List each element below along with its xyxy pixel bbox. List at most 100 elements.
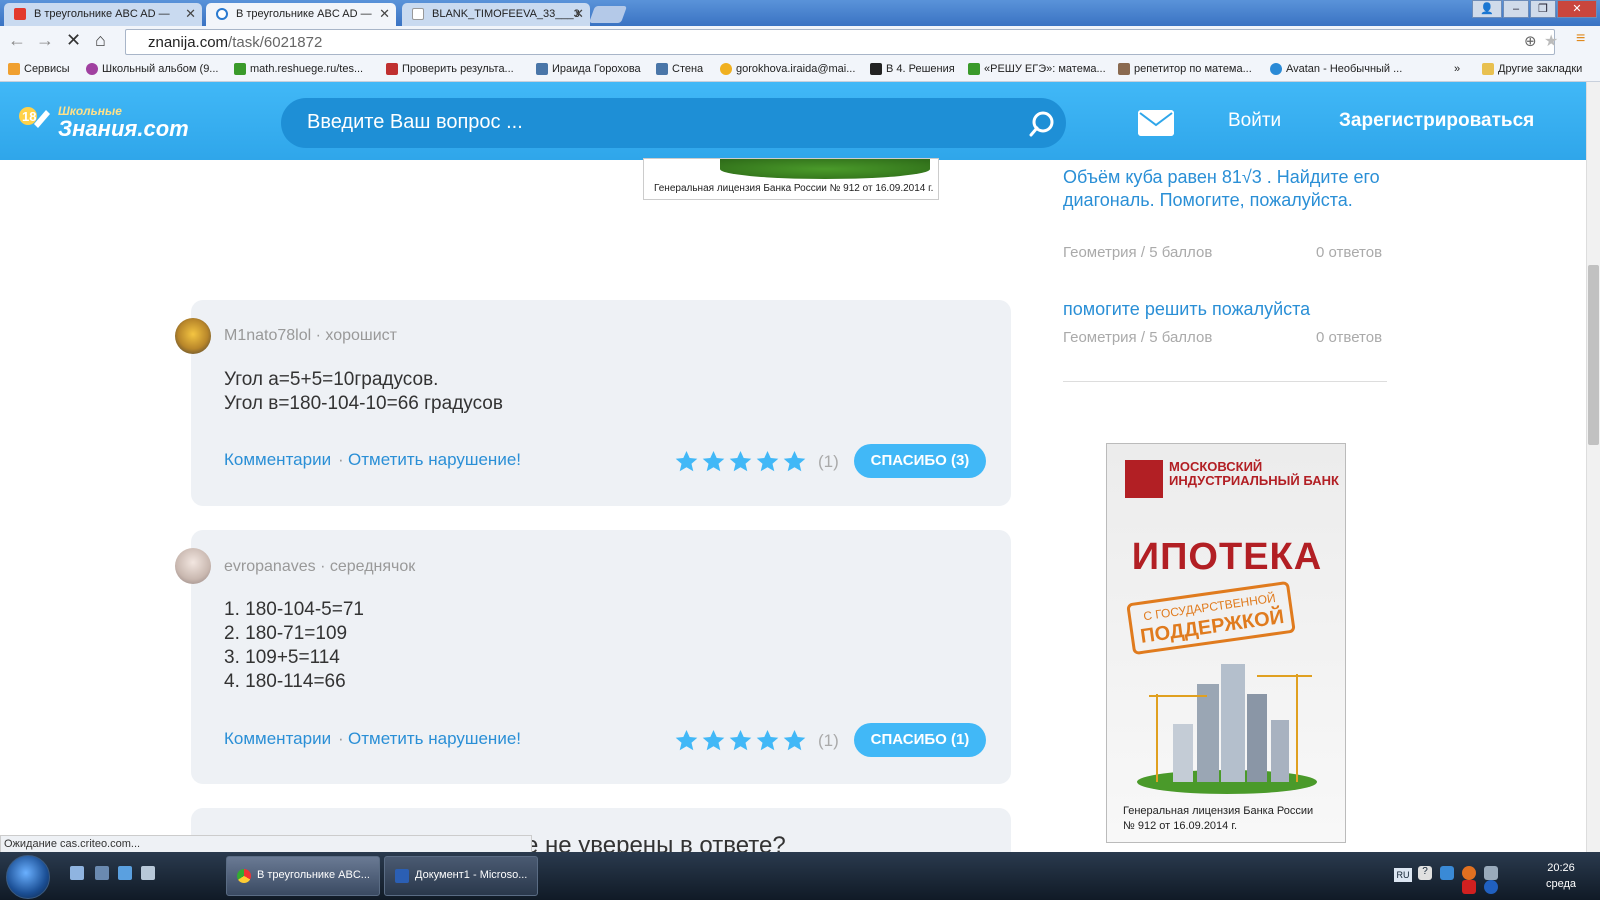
mail-icon[interactable]: [1138, 110, 1174, 136]
system-clock[interactable]: 20:26 среда: [1546, 860, 1576, 892]
browser-tab-active[interactable]: В треугольнике ABC AD — ✕: [206, 3, 396, 26]
bank-ad-banner[interactable]: МОСКОВСКИЙ ИНДУСТРИАЛЬНЫЙ БАНК ИПОТЕКА С…: [1106, 443, 1346, 843]
logo-icon[interactable]: 18: [14, 98, 56, 140]
bookmark-item[interactable]: Сервисы: [8, 63, 70, 75]
register-link[interactable]: Зарегистрироваться: [1339, 110, 1534, 132]
bookmark-star-icon[interactable]: ★: [1544, 31, 1558, 51]
report-link[interactable]: Отметить нарушение!: [348, 729, 521, 749]
profile-icon[interactable]: 👤: [1472, 0, 1502, 18]
zoom-icon[interactable]: ⊕: [1524, 32, 1537, 50]
ad-license-text: Генеральная лицензия Банка России № 912 …: [1123, 805, 1314, 832]
bookmark-label: Проверить результа...: [402, 63, 514, 75]
rating-stars[interactable]: [674, 450, 809, 474]
star-icon[interactable]: [701, 729, 726, 753]
quicklaunch-icon[interactable]: [118, 866, 132, 880]
top-ad-banner[interactable]: Генеральная лицензия Банка России № 912 …: [643, 158, 939, 200]
bookmark-label: В 4. Решения: [886, 63, 955, 75]
forward-arrow-icon[interactable]: →: [36, 30, 54, 51]
bookmark-item[interactable]: Проверить результа...: [386, 63, 514, 75]
bookmark-item[interactable]: Школьный альбом (9...: [86, 63, 218, 75]
bookmarks-overflow[interactable]: »: [1454, 63, 1460, 75]
other-bookmarks[interactable]: Другие закладки: [1482, 63, 1582, 75]
quicklaunch-icon[interactable]: [141, 866, 155, 880]
taskbar-item-label: Документ1 - Microso...: [415, 869, 528, 881]
figure-icon: [386, 63, 398, 75]
ad-subheadline: С ГОСУДАРСТВЕННОЙ ПОДДЕРЖКОЙ: [1126, 580, 1296, 656]
volume-icon[interactable]: [1484, 866, 1498, 880]
network-icon[interactable]: [1440, 866, 1454, 880]
avatar[interactable]: [175, 548, 211, 584]
star-icon[interactable]: [782, 729, 807, 753]
bookmark-item[interactable]: репетитор по матема...: [1118, 63, 1252, 75]
close-tab-icon[interactable]: ✕: [573, 6, 584, 22]
browser-status-bar: Ожидание cas.criteo.com...: [0, 835, 532, 853]
report-link[interactable]: Отметить нарушение!: [348, 450, 521, 470]
bookmark-item[interactable]: Avatan - Необычный ...: [1270, 63, 1402, 75]
x-icon: [870, 63, 882, 75]
login-link[interactable]: Войти: [1228, 110, 1281, 132]
clock-day: среда: [1546, 878, 1577, 890]
minimize-button[interactable]: –: [1503, 0, 1529, 18]
page-scrollbar[interactable]: [1586, 82, 1600, 852]
stop-loading-icon[interactable]: ✕: [66, 30, 81, 51]
answer-author[interactable]: M1nato78lol · хорошист: [224, 327, 397, 345]
star-icon[interactable]: [674, 450, 699, 474]
close-window-button[interactable]: ✕: [1557, 0, 1597, 18]
search-input[interactable]: Введите Ваш вопрос ...: [281, 98, 1066, 148]
bookmark-item[interactable]: Стена: [656, 63, 703, 75]
taskbar-item-chrome[interactable]: В треугольнике ABC...: [226, 856, 380, 896]
answer-author[interactable]: evropanaves · середнячок: [224, 558, 415, 576]
browser-tab[interactable]: BLANK_TIMOFEEVA_33___3 ✕: [402, 3, 590, 26]
related-question-link[interactable]: помогите решить пожалуйста: [1063, 298, 1393, 321]
taskbar-item-word[interactable]: Документ1 - Microso...: [384, 856, 538, 896]
related-question-link[interactable]: Объём куба равен 81√3 . Найдите его диаг…: [1063, 166, 1393, 212]
bookmark-item[interactable]: math.reshuege.ru/tes...: [234, 63, 363, 75]
browser-tab[interactable]: В треугольнике ABC AD — ✕: [4, 3, 202, 26]
address-bar[interactable]: znanija.com/task/6021872: [125, 29, 1555, 55]
tab-title: BLANK_TIMOFEEVA_33___3: [432, 8, 580, 20]
new-tab-button[interactable]: [588, 6, 628, 23]
document-favicon-icon: [412, 8, 424, 20]
avatar[interactable]: [175, 318, 211, 354]
help-icon[interactable]: ?: [1418, 866, 1432, 880]
tray-app-icon[interactable]: [1462, 866, 1476, 880]
antivirus-icon[interactable]: [1462, 880, 1476, 894]
search-icon[interactable]: [1028, 110, 1056, 138]
related-question-meta: Геометрия / 5 баллов: [1063, 329, 1213, 346]
bookmark-item[interactable]: «РЕШУ ЕГЭ»: матема...: [968, 63, 1106, 75]
bookmark-item[interactable]: В 4. Решения: [870, 63, 955, 75]
thanks-button[interactable]: СПАСИБО (1): [854, 723, 986, 757]
tray-app-icon[interactable]: [1484, 880, 1498, 894]
star-icon[interactable]: [782, 450, 807, 474]
show-desktop-icon[interactable]: [70, 866, 84, 880]
language-indicator[interactable]: RU: [1394, 868, 1412, 882]
back-arrow-icon[interactable]: ←: [8, 30, 26, 51]
bookmark-label: »: [1454, 63, 1461, 75]
maximize-button[interactable]: ❐: [1530, 0, 1556, 18]
star-icon[interactable]: [728, 729, 753, 753]
star-icon[interactable]: [674, 729, 699, 753]
close-tab-icon[interactable]: ✕: [379, 6, 390, 22]
bookmark-label: Другие закладки: [1498, 63, 1583, 75]
bookmark-item[interactable]: gorokhova.iraida@mai...: [720, 63, 855, 75]
bookmark-item[interactable]: Ираида Горохова: [536, 63, 641, 75]
scrollbar-thumb[interactable]: [1588, 265, 1599, 445]
quicklaunch-icon[interactable]: [95, 866, 109, 880]
star-icon[interactable]: [755, 729, 780, 753]
close-tab-icon[interactable]: ✕: [185, 6, 196, 22]
menu-icon[interactable]: ≡: [1576, 30, 1585, 48]
separator-dot: ·: [338, 450, 344, 469]
star-icon[interactable]: [701, 450, 726, 474]
thanks-button[interactable]: СПАСИБО (3): [854, 444, 986, 478]
start-button[interactable]: [6, 855, 50, 899]
rating-stars[interactable]: [674, 729, 809, 753]
related-question-meta: Геометрия / 5 баллов: [1063, 244, 1213, 261]
taskbar-item-label: В треугольнике ABC...: [257, 869, 370, 881]
bookmark-label: Сервисы: [24, 63, 70, 75]
logo-title[interactable]: Знания.com: [58, 116, 189, 142]
home-icon[interactable]: ⌂: [95, 30, 106, 51]
star-icon[interactable]: [755, 450, 780, 474]
comments-link[interactable]: Комментарии: [224, 450, 331, 470]
comments-link[interactable]: Комментарии: [224, 729, 331, 749]
star-icon[interactable]: [728, 450, 753, 474]
